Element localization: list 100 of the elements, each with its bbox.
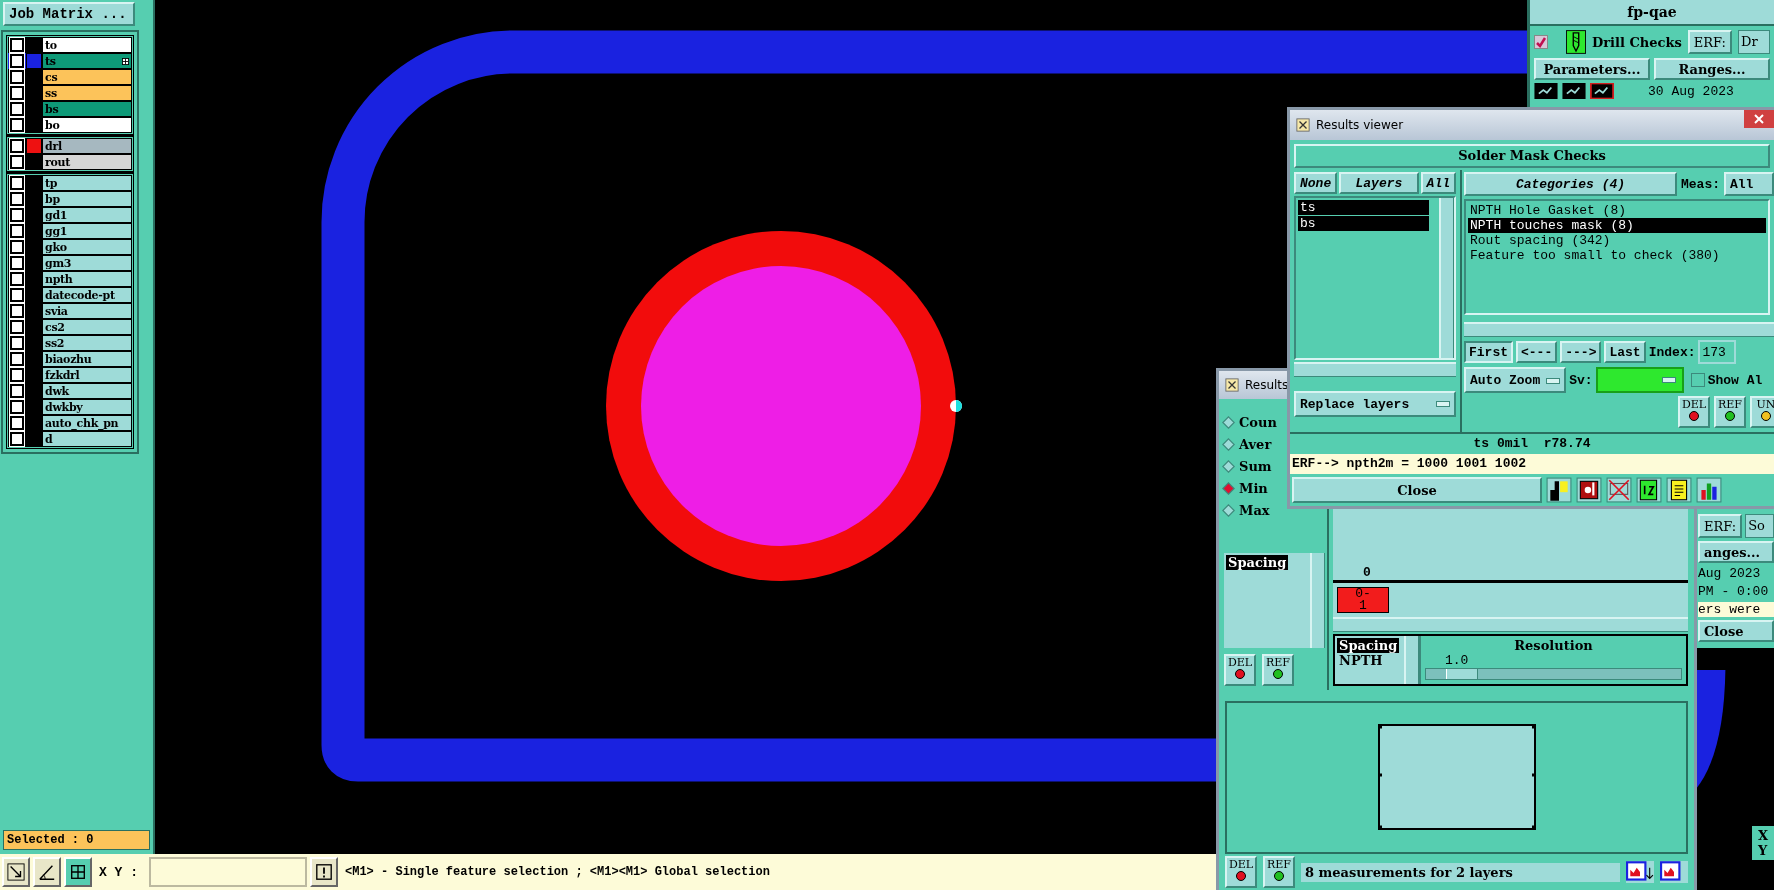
stat-radio[interactable]: Max [1222, 502, 1270, 518]
layer-item[interactable]: gg1 [42, 223, 132, 239]
figure-icon [1534, 83, 1558, 99]
resolution-value: 1.0 [1444, 652, 1470, 668]
category-item[interactable]: NPTH touches mask (8) [1468, 218, 1766, 233]
layer-item[interactable]: dwkby [42, 399, 132, 415]
layer-item[interactable]: svia [42, 303, 132, 319]
navigation-button[interactable]: Last [1604, 341, 1646, 363]
show-all-label: Show Al [1707, 372, 1763, 388]
document-icon[interactable] [1666, 477, 1692, 503]
layer-filter-button[interactable]: All [1420, 172, 1456, 194]
replace-layers-dropdown[interactable]: Replace layers [1294, 391, 1456, 417]
close-button[interactable] [1744, 110, 1774, 128]
type-item[interactable]: Spacing [1337, 637, 1400, 653]
layer-item[interactable]: cs2 [42, 319, 132, 335]
close-button[interactable]: Close [1698, 620, 1774, 642]
axis-label: 0 [1362, 564, 1372, 580]
scrollbar[interactable] [1404, 635, 1419, 684]
record-icon[interactable] [1576, 477, 1602, 503]
layer-item[interactable]: d [42, 431, 132, 447]
options-button[interactable]: Ranges... [1654, 58, 1770, 80]
type-item[interactable]: NPTH [1337, 652, 1385, 668]
stat-radio[interactable]: Sum [1222, 458, 1272, 474]
layer-item[interactable]: to [42, 37, 132, 53]
options-button[interactable]: Parameters... [1534, 58, 1650, 80]
scrollbar[interactable] [1310, 552, 1325, 648]
erf-button[interactable]: ERF: [1687, 30, 1732, 54]
hint-text: <M1> - Single feature selection ; <M1><M1> Global selection [345, 865, 770, 879]
meas-dropdown[interactable]: All [1724, 172, 1774, 196]
layer-item[interactable]: gko [42, 239, 132, 255]
action-button[interactable]: REF [1263, 856, 1295, 888]
grid-tool-button[interactable] [64, 857, 92, 887]
figure-icon[interactable] [1546, 477, 1572, 503]
chart-icon[interactable] [1660, 861, 1688, 883]
numbered-page-icon[interactable] [1636, 477, 1662, 503]
stat-radio[interactable]: Coun [1222, 414, 1277, 430]
category-item[interactable]: Rout spacing (342) [1468, 233, 1766, 248]
navigation-button[interactable]: <--- [1516, 341, 1558, 363]
layer-item[interactable]: drl [42, 138, 132, 154]
severity-dropdown[interactable] [1595, 367, 1684, 393]
navigation-button[interactable]: First [1464, 341, 1513, 363]
index-field[interactable]: 173 [1698, 340, 1737, 364]
stat-radio[interactable]: Min [1222, 480, 1268, 496]
layer-filter-button[interactable]: None [1294, 172, 1338, 194]
erf-field[interactable]: Dr [1738, 30, 1770, 54]
layer-item[interactable]: ss [42, 85, 132, 101]
measure-tool-button[interactable] [33, 857, 61, 887]
figure-icon [1562, 83, 1586, 99]
layer-list-item[interactable]: bs [1298, 216, 1429, 231]
action-button[interactable]: DEL [1678, 396, 1710, 428]
partial-ranges-button[interactable]: anges... [1698, 541, 1774, 563]
layer-item[interactable]: bs [42, 101, 132, 117]
check-checkbox[interactable] [1534, 35, 1548, 49]
layer-item[interactable]: rout [42, 154, 132, 170]
bar-chart-icon[interactable] [1696, 477, 1722, 503]
layer-item[interactable]: npth [42, 271, 132, 287]
layer-item[interactable]: gd1 [42, 207, 132, 223]
figure-icon [1590, 83, 1614, 99]
layer-list-item[interactable]: ts [1298, 200, 1429, 215]
job-matrix-button[interactable]: Job Matrix ... [3, 2, 135, 26]
layer-item[interactable]: biaozhu [42, 351, 132, 367]
xy-input-field[interactable] [149, 857, 307, 887]
measure-item[interactable]: Spacing [1226, 554, 1289, 570]
category-item[interactable]: Feature too small to check (380) [1468, 248, 1766, 263]
action-button[interactable]: DEL [1224, 653, 1256, 686]
close-button[interactable]: Close [1292, 477, 1542, 503]
layer-item[interactable]: datecode-pt [42, 287, 132, 303]
action-button[interactable]: REF [1262, 653, 1294, 686]
window-title: Results [1245, 377, 1289, 392]
crossed-out-icon[interactable] [1606, 477, 1632, 503]
layer-filter-button[interactable]: Layers [1339, 172, 1419, 194]
chart-export-icon[interactable] [1626, 861, 1654, 883]
erf-field[interactable]: So [1745, 514, 1774, 538]
layer-item[interactable]: tp [42, 175, 132, 191]
layer-item[interactable]: ts [42, 53, 132, 69]
message-text: ers were [1698, 602, 1774, 617]
zoom-tool-button[interactable] [2, 857, 30, 887]
category-item[interactable]: NPTH Hole Gasket (8) [1468, 203, 1766, 218]
auto-zoom-dropdown[interactable]: Auto Zoom [1464, 367, 1567, 393]
action-button[interactable]: REF [1714, 396, 1746, 428]
navigation-button[interactable]: ---> [1560, 341, 1602, 363]
categories-button[interactable]: Categories (4) [1464, 172, 1677, 196]
layer-item[interactable]: cs [42, 69, 132, 85]
layer-item[interactable]: bp [42, 191, 132, 207]
layer-item[interactable]: ss2 [42, 335, 132, 351]
show-all-checkbox[interactable] [1690, 373, 1705, 387]
erf-button[interactable]: ERF: [1698, 514, 1743, 538]
dot-icon [1273, 668, 1283, 679]
slider-thumb[interactable] [1446, 668, 1479, 679]
diagonal-arrow-icon [7, 863, 25, 881]
layer-item[interactable]: auto_chk_pn [42, 415, 132, 431]
layer-item[interactable]: gm3 [42, 255, 132, 271]
info-button[interactable] [310, 857, 338, 887]
scrollbar[interactable] [1439, 198, 1454, 358]
dot-icon [1725, 411, 1735, 421]
stat-radio[interactable]: Aver [1222, 436, 1272, 452]
layer-item[interactable]: dwk [42, 383, 132, 399]
layer-item[interactable]: fzkdrl [42, 367, 132, 383]
action-button[interactable]: DEL [1225, 856, 1257, 888]
layer-item[interactable]: bo [42, 117, 132, 133]
